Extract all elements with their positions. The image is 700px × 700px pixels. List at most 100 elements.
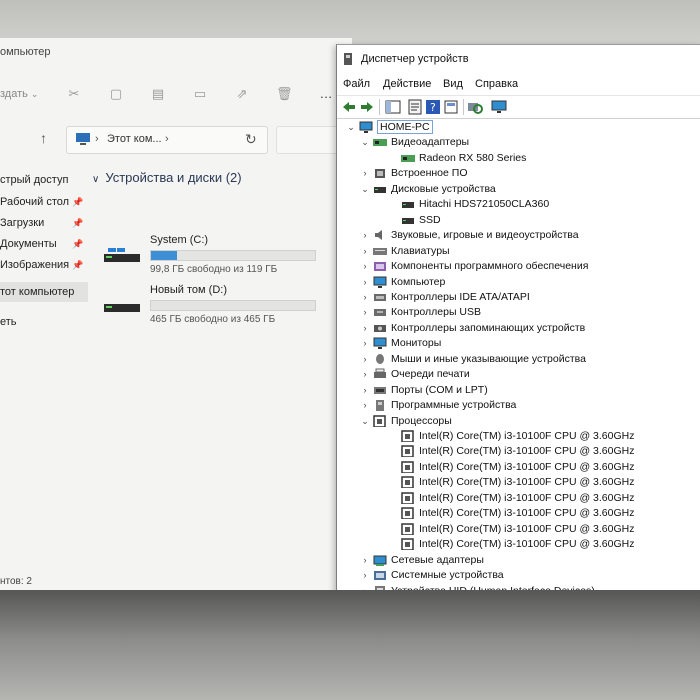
share-icon[interactable]: ⇗ <box>234 86 250 102</box>
chevron-right-icon[interactable]: › <box>359 165 371 181</box>
tree-device[interactable]: Intel(R) Core(TM) i3-10100F CPU @ 3.60GH… <box>387 443 634 459</box>
tree-category[interactable]: › Мыши и иные указывающие устройства <box>359 351 586 367</box>
tree-category[interactable]: › Клавиатуры <box>359 243 450 259</box>
sidebar-item-documents[interactable]: Документы 📌 <box>0 234 88 254</box>
tree-device[interactable]: Intel(R) Core(TM) i3-10100F CPU @ 3.60GH… <box>387 474 634 490</box>
tree-category[interactable]: › Звуковые, игровые и видеоустройства <box>359 227 579 243</box>
cut-icon[interactable]: ✂ <box>66 86 82 102</box>
chevron-right-icon[interactable]: › <box>359 335 371 351</box>
chevron-down-icon[interactable]: ⌄ <box>359 134 371 150</box>
tree-item-label: Дисковые устройства <box>391 182 496 195</box>
tree-device[interactable]: Intel(R) Core(TM) i3-10100F CPU @ 3.60GH… <box>387 490 634 506</box>
chevron-right-icon[interactable]: › <box>359 366 371 382</box>
tree-category[interactable]: › Порты (COM и LPT) <box>359 382 488 398</box>
menu-file[interactable]: Файл <box>343 78 370 90</box>
address-bar[interactable]: › Этот ком... › ↻ <box>66 126 268 154</box>
delete-icon[interactable]: 🗑 <box>276 86 293 102</box>
chevron-right-icon[interactable]: › <box>359 258 371 274</box>
tree-category[interactable]: › Программные устройства <box>359 397 516 413</box>
refresh-icon[interactable]: ↻ <box>245 131 257 148</box>
device-view-icon[interactable] <box>443 99 459 115</box>
properties-icon[interactable] <box>407 99 423 115</box>
paste-icon[interactable]: ▤ <box>150 86 166 102</box>
chevron-right-icon[interactable]: › <box>359 397 371 413</box>
status-bar-text: нтов: 2 <box>0 576 32 587</box>
tree-device[interactable]: Intel(R) Core(TM) i3-10100F CPU @ 3.60GH… <box>387 459 634 475</box>
create-button[interactable]: здать ⌄ <box>0 88 38 100</box>
sidebar-item-quick-access[interactable]: стрый доступ <box>0 170 88 190</box>
chevron-right-icon[interactable]: › <box>359 274 371 290</box>
rename-icon[interactable]: ▭ <box>192 86 208 102</box>
sidebar-item-label: Загрузки <box>0 217 45 229</box>
drive-usage-bar <box>150 300 316 311</box>
sidebar-item-this-pc[interactable]: тот компьютер <box>0 282 88 302</box>
tree-root[interactable]: ⌄ HOME-PC <box>345 119 433 135</box>
sidebar-item-pictures[interactable]: Изображения 📌 <box>0 255 88 275</box>
drive-name: System (C:) <box>150 234 209 246</box>
help-icon[interactable]: ? <box>425 99 441 115</box>
tree-item-label: Intel(R) Core(TM) i3-10100F CPU @ 3.60GH… <box>419 491 635 504</box>
chevron-right-icon[interactable]: › <box>359 382 371 398</box>
chevron-right-icon[interactable]: › <box>359 320 371 336</box>
tree-device[interactable]: Intel(R) Core(TM) i3-10100F CPU @ 3.60GH… <box>387 505 634 521</box>
tree-category[interactable]: › Встроенное ПО <box>359 165 468 181</box>
menu-action[interactable]: Действие <box>383 78 431 90</box>
show-hide-tree-icon[interactable] <box>385 99 401 115</box>
tree-category[interactable]: › Контроллеры запоминающих устройств <box>359 320 586 336</box>
chevron-right-icon[interactable]: › <box>359 289 371 305</box>
drive-c[interactable]: System (C:) 99,8 ГБ свободно из 119 ГБ <box>104 234 334 282</box>
processor-icon <box>401 461 414 473</box>
chevron-right-icon[interactable]: › <box>359 567 371 583</box>
back-arrow-icon[interactable] <box>341 99 357 115</box>
chevron-right-icon[interactable]: › <box>359 243 371 259</box>
tree-category[interactable]: › Компоненты программного обеспечения <box>359 258 589 274</box>
tree-category[interactable]: › Очереди печати <box>359 366 470 382</box>
chevron-right-icon[interactable]: › <box>359 552 371 568</box>
more-icon[interactable]: … <box>318 86 334 102</box>
tree-category[interactable]: › Компьютер <box>359 274 445 290</box>
menu-help[interactable]: Справка <box>475 78 518 90</box>
scan-hardware-icon[interactable] <box>467 99 483 115</box>
tree-device[interactable]: SSD <box>387 212 441 228</box>
chevron-right-icon[interactable]: › <box>359 351 371 367</box>
monitor-icon[interactable] <box>491 99 507 115</box>
tree-device[interactable]: Hitachi HDS721050CLA360 <box>387 196 549 212</box>
device-manager-titlebar[interactable]: Диспетчер устройств <box>337 45 700 73</box>
usb-icon <box>374 309 386 317</box>
breadcrumb-chevron[interactable]: › <box>165 133 169 145</box>
tree-category[interactable]: › Сетевые адаптеры <box>359 552 484 568</box>
tree-item-label: Компьютер <box>391 275 446 288</box>
tree-category[interactable]: ⌄ Дисковые устройства <box>359 181 496 197</box>
tree-category[interactable]: › Мониторы <box>359 335 441 351</box>
tree-device[interactable]: Intel(R) Core(TM) i3-10100F CPU @ 3.60GH… <box>387 536 634 552</box>
software-device-icon <box>376 400 384 412</box>
sidebar-item-network[interactable]: еть <box>0 312 88 332</box>
tree-item-label: HOME-PC <box>377 120 433 134</box>
drive-d[interactable]: Новый том (D:) 465 ГБ свободно из 465 ГБ <box>104 284 334 332</box>
chevron-right-icon[interactable]: › <box>359 227 371 243</box>
tree-category[interactable]: › Контроллеры USB <box>359 304 482 320</box>
tree-device[interactable]: Radeon RX 580 Series <box>387 150 526 166</box>
chevron-down-icon[interactable]: ⌄ <box>345 119 357 135</box>
tree-category[interactable]: › Системные устройства <box>359 567 504 583</box>
devices-group-header[interactable]: ∨ Устройства и диски (2) <box>92 170 242 185</box>
sidebar-item-downloads[interactable]: Загрузки 📌 <box>0 213 88 233</box>
copy-icon[interactable]: ▢ <box>108 86 124 102</box>
group-label: Устройства и диски (2) <box>105 170 242 185</box>
tree-device[interactable]: Intel(R) Core(TM) i3-10100F CPU @ 3.60GH… <box>387 428 634 444</box>
tree-device[interactable]: Intel(R) Core(TM) i3-10100F CPU @ 3.60GH… <box>387 521 634 537</box>
disk-icon <box>374 186 386 193</box>
tree-category[interactable]: ⌄ Видеоадаптеры <box>359 134 469 150</box>
up-arrow-icon[interactable]: ↑ <box>40 130 47 146</box>
menu-view[interactable]: Вид <box>443 78 463 90</box>
chevron-down-icon[interactable]: ⌄ <box>359 413 371 429</box>
drive-icon <box>104 304 140 312</box>
tree-category[interactable]: › Контроллеры IDE ATA/ATAPI <box>359 289 530 305</box>
tree-category[interactable]: ⌄ Процессоры <box>359 413 452 429</box>
chevron-right-icon[interactable]: › <box>359 304 371 320</box>
breadcrumb-path[interactable]: Этот ком... <box>107 133 162 145</box>
tree-item-label: Клавиатуры <box>391 244 450 257</box>
sidebar-item-desktop[interactable]: Рабочий стол 📌 <box>0 192 88 212</box>
forward-arrow-icon[interactable] <box>359 99 375 115</box>
chevron-down-icon[interactable]: ⌄ <box>359 181 371 197</box>
